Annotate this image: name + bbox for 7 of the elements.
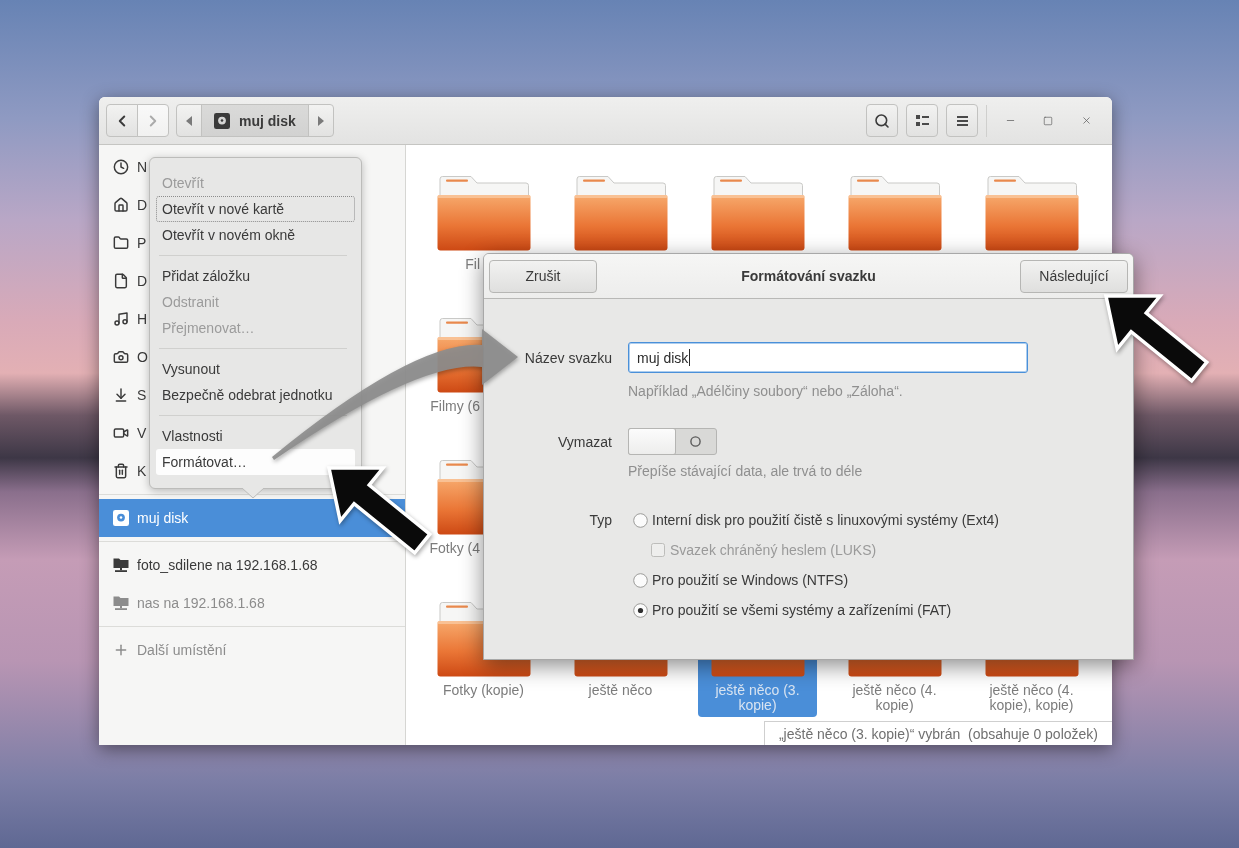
- hint-text: Přepíše stávající data, ale trvá to déle: [628, 463, 863, 479]
- status-bar: „ještě něco (3. kopie)“ vybrán (obsahuje 0 položek): [763, 721, 1112, 745]
- field-label: Název svazku: [524, 349, 612, 366]
- field-label: Vymazat: [558, 433, 612, 450]
- field-label: Typ: [589, 512, 612, 528]
- dialog-title: Formátování svazku: [741, 268, 876, 284]
- hint-text: Například „Adélčiny soubory“ nebo „Záloha“.: [628, 383, 903, 399]
